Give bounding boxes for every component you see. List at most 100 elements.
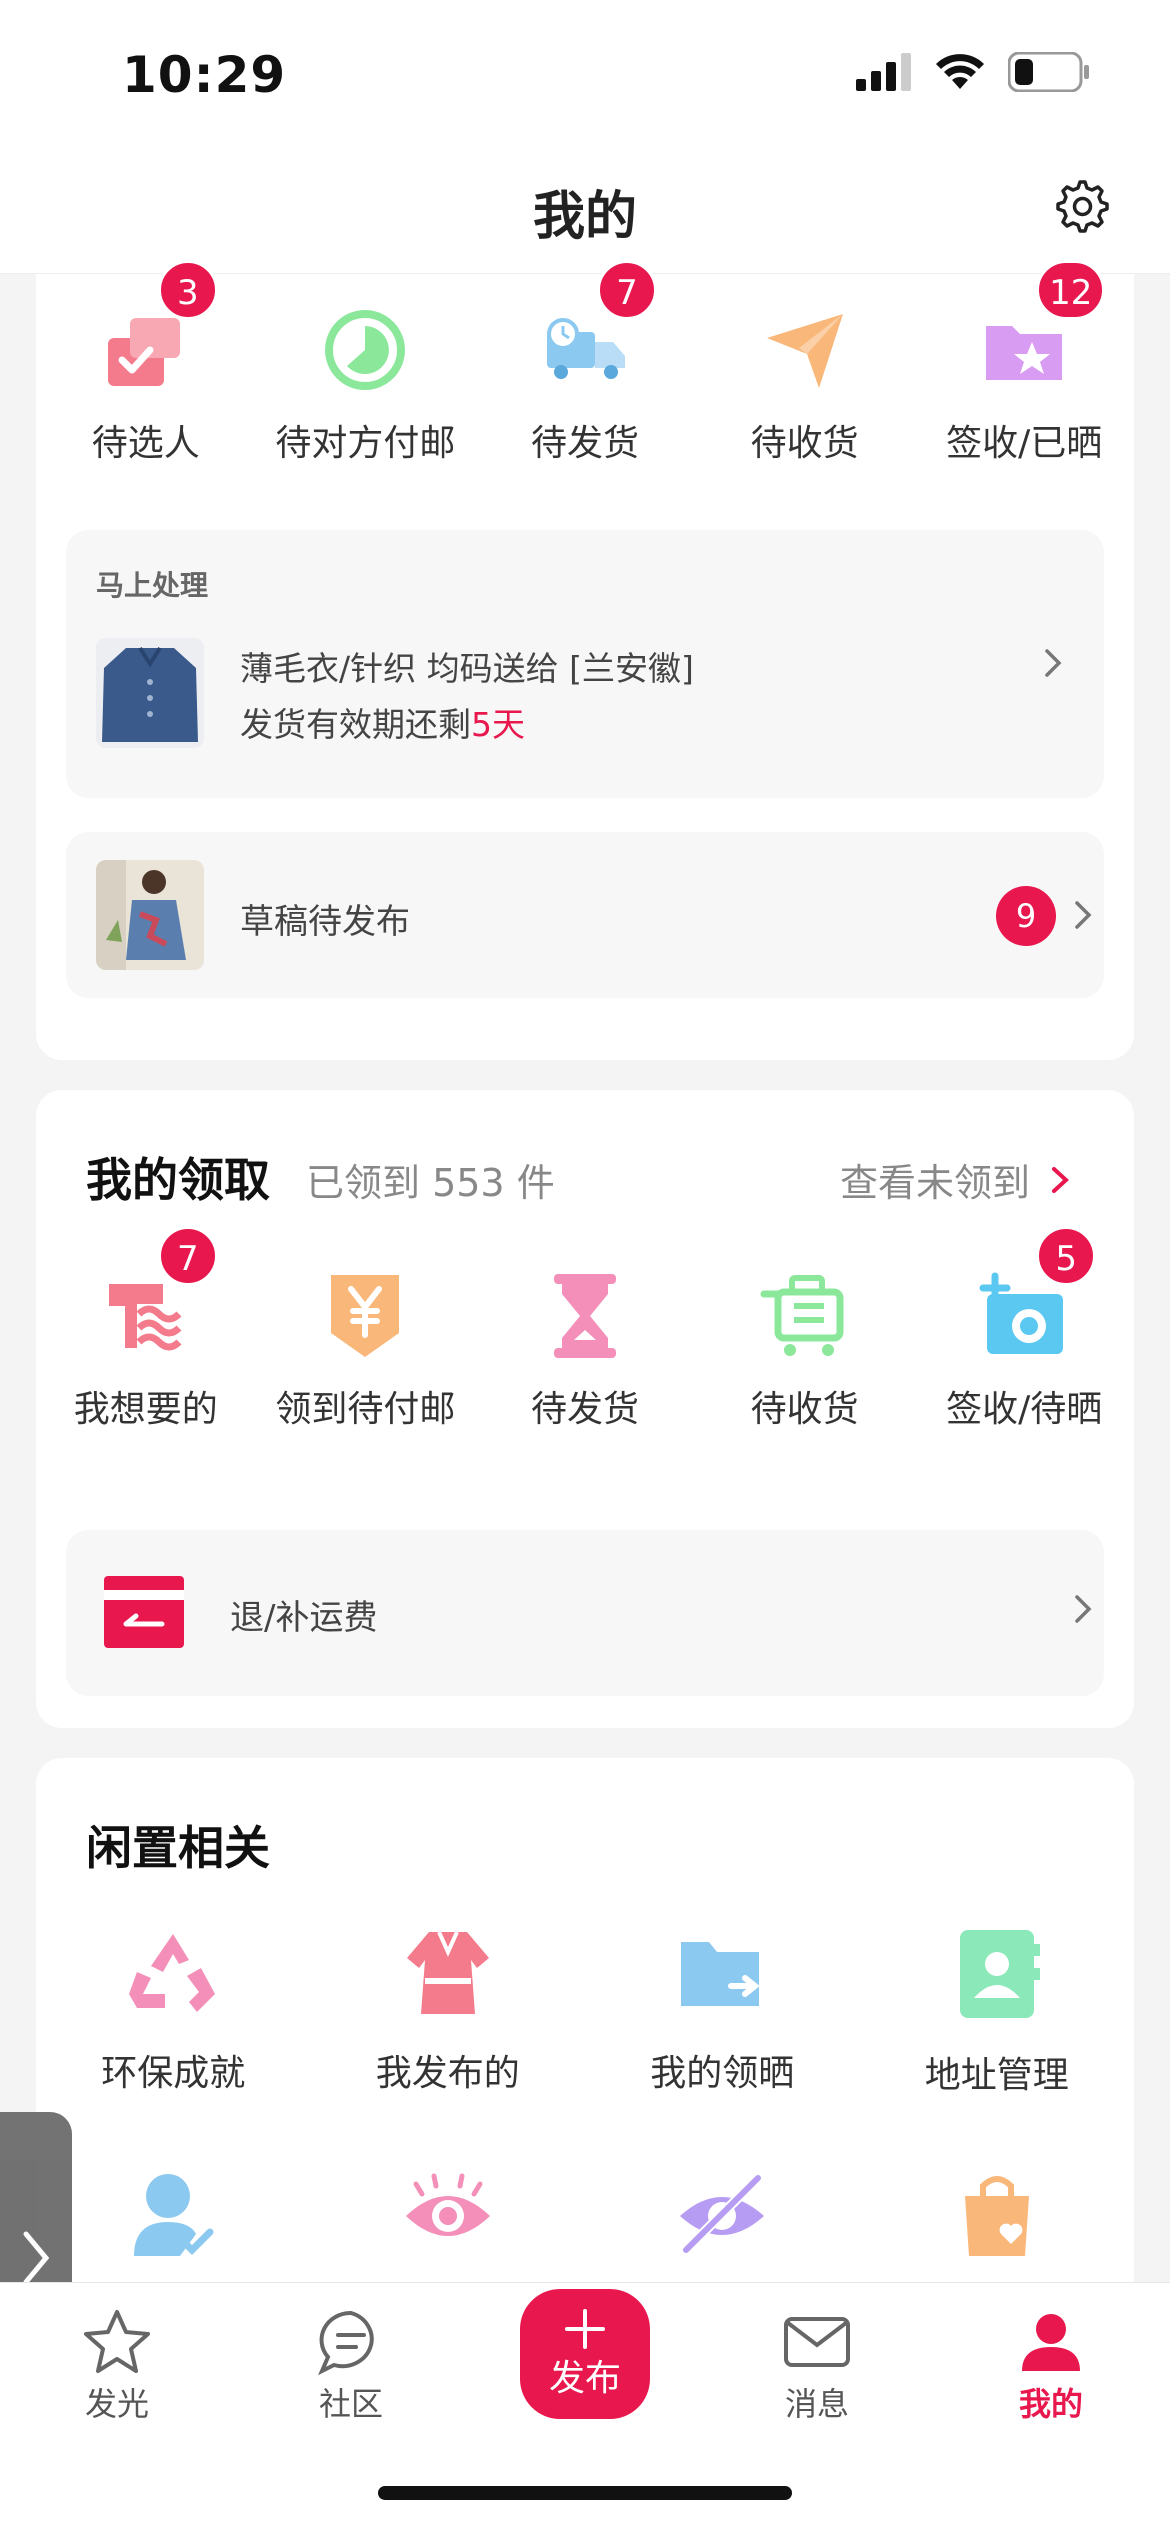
claim-status-label: 待收货: [750, 1389, 859, 1430]
wifi-icon: [936, 54, 984, 89]
tab-messages[interactable]: 消息: [742, 2307, 892, 2425]
hourglass-icon: [553, 1274, 616, 1358]
refund-card-icon: [104, 1576, 184, 1648]
order-status-pending-select[interactable]: 3 待选人: [36, 260, 256, 466]
recycle-icon: [129, 1934, 216, 2012]
draft-photo-image: [96, 860, 204, 970]
idle-icon-row: 环保成就 我发布的 我的领晒 地址管理: [36, 1928, 1134, 2098]
claim-status-to-ship[interactable]: 待发货: [475, 1266, 695, 1432]
order-status-wait-shipping-fee[interactable]: 待对方付邮: [256, 300, 476, 466]
claim-status-label: 待发货: [530, 1389, 639, 1430]
publish-button[interactable]: 发布: [520, 2289, 650, 2419]
user-verified-icon: [134, 2174, 214, 2256]
publish-label: 发布: [548, 2358, 621, 2399]
order-status-label: 待选人: [91, 423, 200, 464]
idle-item-visible[interactable]: [311, 2170, 586, 2260]
tab-me[interactable]: 我的: [976, 2307, 1126, 2425]
battery-icon: [1008, 52, 1089, 92]
claim-status-wanted[interactable]: 7 我想要的: [36, 1226, 256, 1432]
idle-item-verify[interactable]: [36, 2170, 311, 2260]
order-status-to-ship[interactable]: 7 待发货: [475, 260, 695, 466]
chevron-right-icon: [1052, 1166, 1069, 1193]
badge-count: 7: [596, 260, 657, 320]
plus-icon: [565, 2309, 605, 2349]
draft-label: 草稿待发布: [240, 902, 410, 942]
shipping-deadline-days: 5天: [471, 705, 525, 744]
order-status-label: 待发货: [530, 423, 639, 464]
idle-item-hidden[interactable]: [585, 2170, 860, 2260]
status-bar: 10:29: [0, 0, 1170, 150]
order-status-to-receive[interactable]: 待收货: [695, 300, 915, 466]
status-icons: [856, 52, 1090, 92]
claim-status-label: 领到待付邮: [275, 1389, 456, 1430]
page-title: 我的: [532, 187, 637, 247]
tab-glow[interactable]: 发光: [42, 2307, 192, 2425]
claim-status-wait-shipping-fee[interactable]: 领到待付邮: [256, 1266, 476, 1432]
claims-card: 我的领取 已领到 553 件 查看未领到 7 我想要的 领到待付邮 待发货 待收…: [36, 1090, 1134, 1728]
claim-status-to-receive[interactable]: 待收货: [695, 1266, 915, 1432]
tab-label: 发光: [84, 2385, 149, 2423]
badge-count: 12: [1036, 260, 1106, 320]
idle-item-address-management[interactable]: 地址管理: [860, 1928, 1135, 2098]
refund-shipping-panel[interactable]: 退/补运费: [66, 1530, 1104, 1696]
trolley-icon: [760, 1275, 844, 1356]
shirt-heart-icon: [108, 1284, 182, 1351]
settings-gear-icon[interactable]: [1050, 176, 1110, 236]
chevron-right-icon: [1075, 1595, 1092, 1623]
idle-item-wishlist[interactable]: [860, 2170, 1135, 2260]
cellular-signal-icon: [856, 53, 911, 91]
tab-label: 我的: [1018, 2385, 1083, 2423]
order-status-label: 签收/已晒: [946, 423, 1103, 464]
status-time: 10:29: [122, 46, 287, 104]
badge-count: 7: [157, 1226, 218, 1286]
product-thumbnail: [96, 638, 204, 748]
chat-bubble-icon: [318, 2310, 374, 2376]
claim-status-label: 我想要的: [73, 1389, 218, 1430]
idle-item-label: 环保成就: [101, 2053, 246, 2094]
camera-plus-icon: [979, 1272, 1064, 1354]
claims-count: 已领到 553 件: [306, 1161, 555, 1205]
draft-panel[interactable]: 草稿待发布 9: [66, 832, 1104, 998]
idle-card: 闲置相关 环保成就 我发布的 我的领晒 地址管理: [36, 1758, 1134, 2358]
urgent-panel[interactable]: 马上处理 薄毛衣/针织 均码送给 [兰安徽] 发货有效期还剩5天: [66, 530, 1104, 798]
order-status-received[interactable]: 12 签收/已晒: [914, 260, 1134, 466]
idle-item-label: 我发布的: [375, 2053, 520, 2094]
urgent-item-subtitle: 发货有效期还剩5天: [240, 698, 525, 746]
yen-tag-icon: [331, 1275, 400, 1357]
draft-count-badge: 9: [996, 886, 1056, 946]
order-status-label: 待收货: [750, 423, 859, 464]
view-unclaimed-link[interactable]: 查看未领到: [840, 1152, 1074, 1207]
dress-icon: [406, 1931, 489, 2014]
star-icon: [84, 2310, 150, 2373]
paper-plane-icon: [766, 314, 843, 388]
sweater-image: [96, 638, 204, 748]
idle-item-eco-achievement[interactable]: 环保成就: [36, 1928, 311, 2098]
orders-card: 3 待选人 待对方付邮 7 待发货 待收货 12 签收/已晒 马上处理 薄毛衣/…: [36, 260, 1134, 1060]
claim-status-label: 签收/待晒: [946, 1389, 1103, 1430]
idle-item-my-posts[interactable]: 我发布的: [311, 1928, 586, 2098]
badge-count: 3: [157, 260, 218, 320]
claims-icon-row: 7 我想要的 领到待付邮 待发货 待收货 5 签收/待晒: [36, 1226, 1134, 1432]
badge-count: 5: [1036, 1226, 1097, 1286]
order-status-label: 待对方付邮: [275, 423, 456, 464]
view-unclaimed-label: 查看未领到: [839, 1161, 1030, 1205]
chevron-right-icon: [23, 2231, 50, 2285]
urgent-item-title: 薄毛衣/针织 均码送给 [兰安徽]: [240, 649, 694, 688]
section-title: 我的领取: [86, 1153, 270, 1207]
idle-item-label: 地址管理: [924, 2055, 1069, 2096]
shopping-bag-heart-icon: [964, 2176, 1029, 2256]
nav-bar: 我的: [0, 150, 1170, 274]
address-book-icon: [959, 1930, 1040, 2018]
clock-circle-icon: [325, 310, 406, 390]
user-icon: [1022, 2314, 1080, 2371]
idle-item-my-shares[interactable]: 我的领晒: [585, 1928, 860, 2098]
idle-icon-row-2: [36, 2170, 1134, 2260]
section-title: 闲置相关: [86, 1821, 270, 1875]
urgent-header: 马上处理: [96, 569, 209, 602]
orders-icon-row: 3 待选人 待对方付邮 7 待发货 待收货 12 签收/已晒: [36, 260, 1134, 466]
gift-check-icon: [107, 318, 180, 386]
tab-community[interactable]: 社区: [276, 2307, 426, 2425]
draft-thumbnail: [96, 860, 204, 970]
tab-label: 社区: [318, 2385, 383, 2423]
claim-status-received[interactable]: 5 签收/待晒: [914, 1226, 1134, 1432]
